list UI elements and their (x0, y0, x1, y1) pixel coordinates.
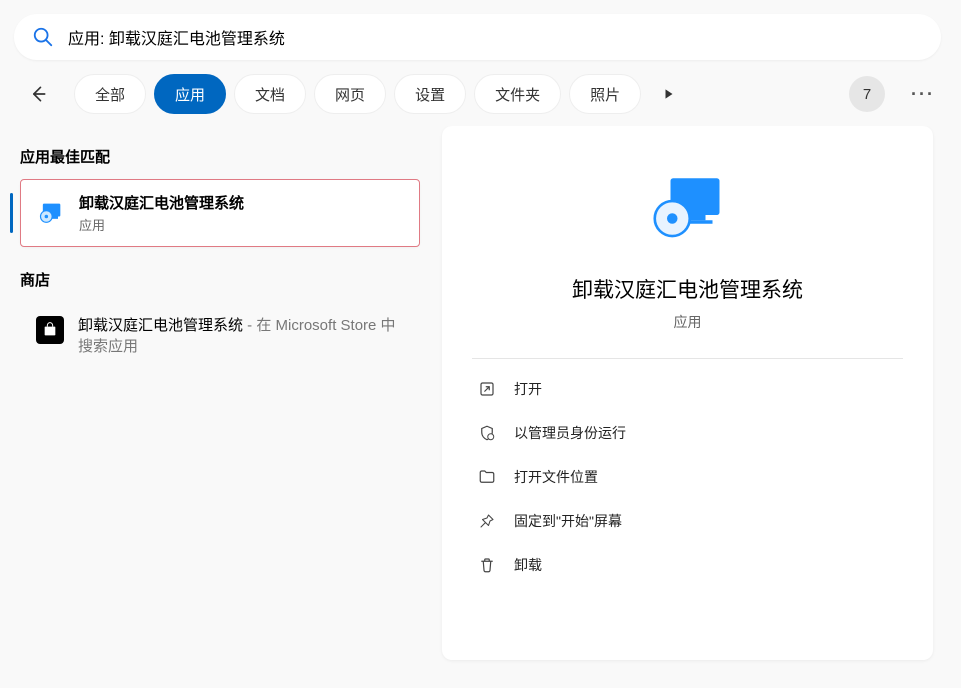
shield-icon (478, 424, 496, 442)
open-icon (478, 380, 496, 398)
result-count-badge[interactable]: 7 (849, 76, 885, 112)
detail-pane: 卸载汉庭汇电池管理系统 应用 打开 以管理员身份运行 (442, 126, 933, 660)
detail-subtitle: 应用 (674, 312, 702, 332)
result-best-match-highlight: 卸载汉庭汇电池管理系统 应用 (20, 179, 420, 247)
filter-all[interactable]: 全部 (74, 74, 146, 114)
ms-store-icon (36, 316, 64, 344)
action-pin-start[interactable]: 固定到"开始"屏幕 (472, 499, 903, 543)
back-button[interactable] (20, 76, 56, 112)
action-open[interactable]: 打开 (472, 367, 903, 411)
filter-photos[interactable]: 照片 (569, 74, 641, 114)
folder-icon (478, 468, 496, 486)
result-title: 卸载汉庭汇电池管理系统 (79, 192, 244, 213)
search-bar-container (0, 0, 961, 70)
filter-documents[interactable]: 文档 (234, 74, 306, 114)
result-store-search[interactable]: 卸载汉庭汇电池管理系统 - 在 Microsoft Store 中搜索应用 (20, 302, 420, 368)
store-line1: 卸载汉庭汇电池管理系统 - 在 Microsoft Store 中搜索应用 (78, 314, 404, 356)
filter-web[interactable]: 网页 (314, 74, 386, 114)
action-uninstall-label: 卸载 (514, 555, 542, 575)
result-subtitle: 应用 (79, 215, 244, 234)
result-text: 卸载汉庭汇电池管理系统 应用 (79, 192, 244, 234)
search-panel: 全部 应用 文档 网页 设置 文件夹 照片 7 ··· 应用最佳匹配 (0, 0, 961, 688)
store-title: 卸载汉庭汇电池管理系统 (78, 317, 243, 334)
action-run-admin-label: 以管理员身份运行 (514, 423, 626, 443)
result-best-match[interactable]: 卸载汉庭汇电池管理系统 应用 (20, 179, 420, 247)
filter-folders[interactable]: 文件夹 (474, 74, 561, 114)
content-area: 应用最佳匹配 卸载汉庭汇电池管理系统 应用 (0, 126, 961, 688)
detail-title: 卸载汉庭汇电池管理系统 (572, 274, 803, 304)
action-open-label: 打开 (514, 379, 542, 399)
section-store: 商店 (20, 269, 430, 290)
filter-apps[interactable]: 应用 (154, 74, 226, 114)
filter-more-play[interactable] (649, 74, 689, 114)
search-input[interactable] (68, 28, 923, 46)
more-options-button[interactable]: ··· (905, 76, 941, 112)
store-text: 卸载汉庭汇电池管理系统 - 在 Microsoft Store 中搜索应用 (78, 314, 404, 356)
trash-icon (478, 556, 496, 574)
search-icon (32, 26, 54, 48)
action-pin-start-label: 固定到"开始"屏幕 (514, 511, 622, 531)
filter-settings[interactable]: 设置 (394, 74, 466, 114)
action-run-admin[interactable]: 以管理员身份运行 (472, 411, 903, 455)
detail-app-icon (646, 166, 730, 250)
results-list: 应用最佳匹配 卸载汉庭汇电池管理系统 应用 (0, 126, 430, 688)
action-open-location-label: 打开文件位置 (514, 467, 598, 487)
action-open-location[interactable]: 打开文件位置 (472, 455, 903, 499)
action-uninstall[interactable]: 卸载 (472, 543, 903, 587)
app-icon (37, 199, 65, 227)
pin-icon (478, 512, 496, 530)
search-box[interactable] (14, 14, 941, 60)
actions-list: 打开 以管理员身份运行 打开文件位置 (472, 367, 903, 587)
filters-row: 全部 应用 文档 网页 设置 文件夹 照片 7 ··· (0, 70, 961, 126)
divider (472, 358, 903, 359)
section-best-match: 应用最佳匹配 (20, 146, 430, 167)
